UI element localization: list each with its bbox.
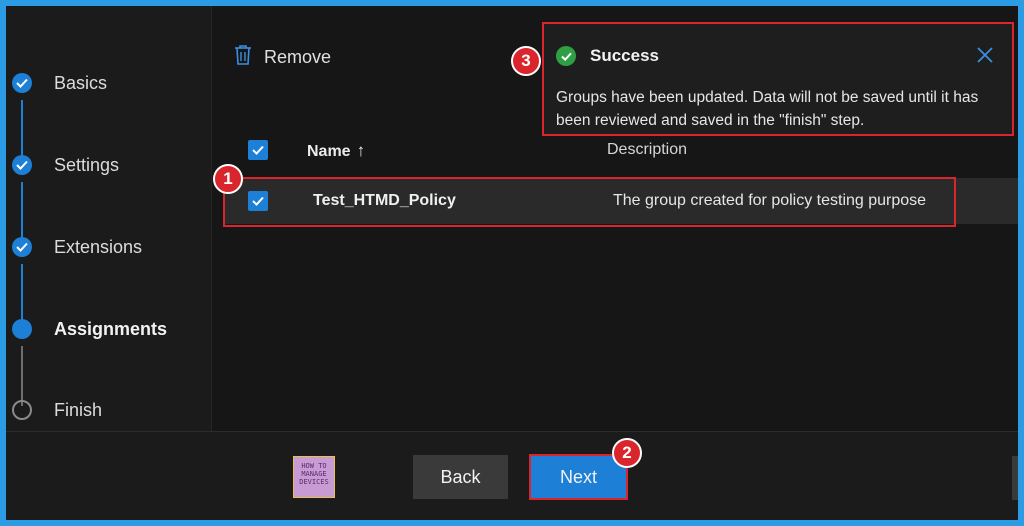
htmd-logo: HOW TO MANAGE DEVICES bbox=[293, 456, 335, 498]
step-label: Extensions bbox=[54, 236, 143, 257]
column-header-name[interactable]: Name ↑ bbox=[307, 141, 365, 161]
step-label: Assignments bbox=[54, 318, 168, 339]
toast-message: Groups have been updated. Data will not … bbox=[556, 89, 979, 129]
pending-step-circle-icon bbox=[12, 400, 32, 420]
annotation-badge-3: 3 bbox=[511, 46, 541, 76]
next-button[interactable]: Next bbox=[529, 454, 628, 500]
toast-title: Success bbox=[590, 46, 659, 65]
trash-icon bbox=[234, 44, 252, 71]
current-step-dot-icon bbox=[12, 319, 32, 339]
success-toast: Success Groups have been updated. Data w… bbox=[542, 22, 1014, 136]
column-header-description[interactable]: Description bbox=[607, 141, 687, 159]
logo-line: HOW TO bbox=[301, 462, 327, 470]
step-basics[interactable]: Basics bbox=[12, 68, 107, 98]
step-label: Settings bbox=[54, 154, 120, 175]
logo-line: MANAGE bbox=[301, 470, 327, 478]
sort-ascending-icon: ↑ bbox=[356, 141, 366, 160]
annotation-badge-1: 1 bbox=[213, 164, 243, 194]
checkmark-icon bbox=[12, 237, 32, 257]
app-frame: Basics Settings Extensions Assignments F… bbox=[6, 6, 1018, 520]
wizard-footer: HOW TO MANAGE DEVICES Back Next bbox=[6, 431, 1018, 520]
checkmark-icon bbox=[252, 145, 264, 155]
remove-button[interactable]: Remove bbox=[234, 44, 331, 71]
scrollbar[interactable] bbox=[1012, 456, 1018, 500]
remove-label: Remove bbox=[264, 47, 332, 67]
checkmark-icon bbox=[12, 73, 32, 93]
close-icon[interactable] bbox=[976, 46, 994, 69]
step-label: Finish bbox=[54, 399, 103, 420]
table-header: Name ↑ Description bbox=[212, 134, 1018, 168]
row-highlight-box bbox=[223, 177, 956, 227]
step-label: Basics bbox=[54, 72, 108, 93]
step-assignments[interactable]: Assignments bbox=[12, 314, 167, 344]
checkmark-icon bbox=[12, 155, 32, 175]
step-extensions[interactable]: Extensions bbox=[12, 232, 142, 262]
step-finish[interactable]: Finish bbox=[12, 395, 102, 425]
annotation-badge-2: 2 bbox=[612, 438, 642, 468]
wizard-stepper: Basics Settings Extensions Assignments F… bbox=[6, 6, 212, 431]
back-button[interactable]: Back bbox=[413, 455, 508, 499]
step-settings[interactable]: Settings bbox=[12, 150, 119, 180]
check-circle-icon bbox=[556, 46, 576, 66]
logo-line: DEVICES bbox=[299, 478, 329, 486]
column-header-name-label: Name bbox=[307, 143, 351, 160]
select-all-checkbox[interactable] bbox=[248, 140, 268, 160]
